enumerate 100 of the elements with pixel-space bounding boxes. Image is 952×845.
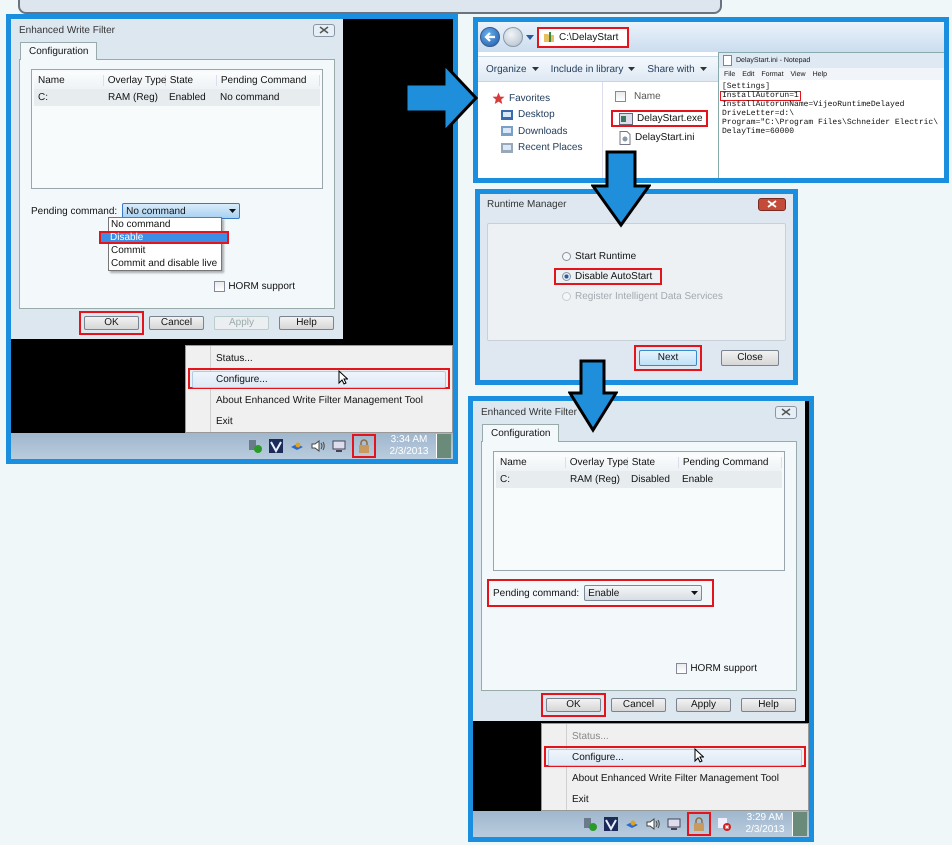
menu-item[interactable]: Configure...	[544, 746, 806, 767]
dropdown-arrow-icon	[691, 591, 698, 595]
file-row[interactable]: DelayStart.exe	[611, 110, 708, 127]
checkbox[interactable]	[676, 663, 688, 674]
configuration-tab[interactable]: Configuration	[20, 42, 98, 60]
caret-icon	[628, 67, 636, 71]
close-button[interactable]	[775, 406, 797, 418]
menu-item[interactable]: About Enhanced Write Filter Management Tool	[188, 389, 450, 410]
folder-icon	[500, 142, 514, 154]
show-desktop-button[interactable]	[792, 812, 807, 836]
speaker-icon[interactable]	[645, 816, 661, 832]
close-button[interactable]	[313, 24, 335, 36]
program-icon	[619, 112, 633, 124]
column-header[interactable]: Pending Command	[678, 457, 782, 468]
address-field[interactable]: C:\DelayStart	[537, 26, 629, 48]
cursor-icon	[338, 370, 348, 385]
table-cell-text: RAM (Reg)	[107, 92, 160, 103]
dropdown-option[interactable]: Commit	[108, 244, 222, 257]
table-cell-text: Disabled	[630, 474, 671, 485]
toolbar-button[interactable]: Organize	[486, 64, 539, 74]
cursor-icon	[694, 748, 704, 763]
close-icon	[319, 26, 329, 34]
field-label: Pending command:	[31, 206, 118, 216]
toolbar-button[interactable]: Include in library	[550, 64, 636, 74]
close-button[interactable]	[758, 198, 786, 210]
menu-item[interactable]: Configure...	[188, 368, 450, 389]
text-line: [Settings]	[721, 82, 770, 90]
folder-icon	[500, 108, 514, 121]
notepad-icon	[723, 55, 732, 66]
table-cell-text: Enabled	[168, 92, 207, 103]
nav-item[interactable]: Favorites	[478, 90, 602, 106]
caret-icon	[532, 67, 539, 71]
menu-item[interactable]: Status...	[188, 347, 450, 368]
command-dropdown[interactable]: Enable	[584, 585, 702, 601]
table-cell-text: Enable	[681, 474, 714, 485]
checkbox[interactable]	[214, 281, 226, 292]
dialog-button[interactable]: Close	[714, 345, 786, 371]
column-header[interactable]: Name	[496, 457, 566, 468]
network-icon[interactable]	[666, 816, 682, 832]
nav-item[interactable]: Recent Places	[478, 140, 602, 156]
field-label: Pending command:	[493, 588, 580, 598]
text-line: DriveLetter=d:\	[721, 108, 796, 118]
dialog-button[interactable]: Help	[274, 311, 339, 335]
column-header[interactable]: Name	[634, 90, 661, 102]
menu-item[interactable]: Exit	[188, 410, 450, 431]
settings-file-icon	[619, 130, 631, 144]
dialog-button[interactable]: Cancel	[144, 311, 209, 335]
file-row[interactable]: DelayStart.ini	[611, 129, 700, 146]
dialog-button[interactable]: Cancel	[606, 693, 671, 717]
radio-option[interactable]: Disable AutoStart	[554, 268, 662, 284]
dialog-button[interactable]: Next	[634, 345, 702, 371]
nav-item[interactable]: Desktop	[478, 106, 602, 123]
app-icon[interactable]	[603, 816, 619, 832]
column-header[interactable]: Overlay Type	[566, 457, 628, 468]
dialog-button[interactable]: OK	[541, 693, 606, 717]
network-icon[interactable]	[331, 438, 347, 454]
table-cell-text: No command	[219, 92, 280, 103]
lock-icon[interactable]	[687, 812, 711, 836]
toolbar-button[interactable]: Share with	[647, 64, 707, 74]
speaker-icon[interactable]	[310, 438, 326, 454]
table-cell-text: C:	[37, 92, 49, 103]
menu-item[interactable]: Exit	[544, 788, 806, 809]
lock-icon[interactable]	[352, 434, 376, 458]
column-header[interactable]: Overlay Type	[104, 75, 166, 86]
folder-icon	[500, 125, 514, 138]
nav-item[interactable]: Downloads	[478, 123, 602, 140]
list-row[interactable]: C: RAM (Reg) Disabled Enable	[496, 471, 782, 488]
star-icon	[492, 92, 505, 105]
configuration-tab[interactable]: Configuration	[482, 424, 560, 442]
text-line: Program="C:\Program Files\Schneider Electric\	[721, 118, 940, 126]
table-cell-text: C:	[499, 474, 511, 485]
dialog-button[interactable]: Apply	[671, 693, 736, 717]
table-cell-text: RAM (Reg)	[569, 474, 622, 485]
radio-option[interactable]: Start Runtime	[554, 248, 646, 264]
checkbox-label: HORM support	[690, 663, 757, 674]
caret-icon[interactable]	[526, 34, 534, 40]
list-row[interactable]: C: RAM (Reg) Enabled No command	[34, 89, 320, 106]
dialog-button[interactable]: Help	[736, 693, 801, 717]
back-arrow-icon	[484, 32, 496, 42]
show-desktop-button[interactable]	[436, 434, 451, 458]
dropdown-option[interactable]: No command	[108, 218, 222, 231]
column-header[interactable]: State	[628, 457, 679, 468]
caret-icon	[700, 67, 707, 71]
window-title: Enhanced Write Filter	[19, 24, 115, 36]
column-header[interactable]: Name	[34, 75, 104, 86]
app-icon[interactable]	[268, 438, 284, 454]
folder-icon	[543, 31, 555, 43]
column-header[interactable]: Pending Command	[216, 75, 320, 86]
text-line: DelayTime=60000	[721, 126, 794, 136]
back-button[interactable]	[480, 27, 500, 47]
window-title: Enhanced Write Filter	[481, 406, 577, 418]
checkbox[interactable]	[615, 90, 626, 102]
dropdown-option[interactable]: Commit and disable live	[108, 257, 222, 270]
dropdown-arrow-icon	[229, 209, 236, 213]
window-title: Runtime Manager	[487, 198, 566, 210]
dialog-button[interactable]: OK	[79, 311, 144, 335]
error-icon[interactable]	[716, 816, 732, 832]
column-header[interactable]: State	[166, 75, 217, 86]
menu-item[interactable]: About Enhanced Write Filter Management Tool	[544, 767, 806, 788]
text-line: InstallAutorunName=VijeoRuntimeDelayed	[721, 100, 906, 109]
